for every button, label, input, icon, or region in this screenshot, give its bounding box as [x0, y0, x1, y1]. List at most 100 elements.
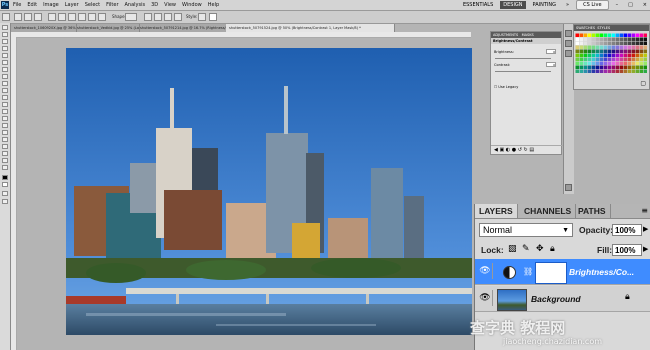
- swatch[interactable]: [595, 53, 600, 58]
- swatch[interactable]: [595, 69, 600, 74]
- delete-icon[interactable]: ▤: [529, 147, 534, 153]
- swatch[interactable]: [599, 65, 604, 70]
- swatch[interactable]: [599, 45, 604, 50]
- swatch[interactable]: [579, 41, 584, 46]
- swatch[interactable]: [643, 69, 648, 74]
- swatch[interactable]: [587, 61, 592, 66]
- tab-document-1[interactable]: shutterstock_1060920X.jpg @ 36% (Layer 0…: [11, 24, 77, 32]
- swatch[interactable]: [591, 57, 596, 62]
- swatch[interactable]: [587, 33, 592, 38]
- tab-adjustments[interactable]: ADJUSTMENTS: [493, 33, 518, 37]
- swatch[interactable]: [591, 53, 596, 58]
- swatch[interactable]: [579, 57, 584, 62]
- swatch[interactable]: [587, 49, 592, 54]
- tab-paths[interactable]: PATHS: [574, 204, 611, 218]
- swatch[interactable]: [607, 33, 612, 38]
- back-icon[interactable]: ◀: [494, 147, 498, 153]
- swatch[interactable]: [591, 49, 596, 54]
- menu-filter[interactable]: Filter: [106, 1, 118, 9]
- menu-file[interactable]: File: [13, 1, 21, 9]
- swatch[interactable]: [615, 65, 620, 70]
- previous-state-icon[interactable]: ↺: [518, 147, 522, 153]
- swatch[interactable]: [643, 37, 648, 42]
- rounded-rect-icon[interactable]: [78, 13, 86, 21]
- fill-input[interactable]: 100%: [612, 244, 642, 256]
- swatch[interactable]: [619, 65, 624, 70]
- swatch[interactable]: [619, 33, 624, 38]
- swatch[interactable]: [595, 37, 600, 42]
- background-color-icon[interactable]: [2, 182, 8, 187]
- paths-icon[interactable]: [24, 13, 32, 21]
- swatch[interactable]: [623, 61, 628, 66]
- swatch[interactable]: [627, 65, 632, 70]
- swatch[interactable]: [599, 37, 604, 42]
- swatch[interactable]: [643, 65, 648, 70]
- swatch[interactable]: [619, 37, 624, 42]
- contrast-slider[interactable]: [495, 71, 551, 72]
- hand-tool-icon[interactable]: [2, 158, 8, 163]
- brush-tool-icon[interactable]: [2, 74, 8, 79]
- swatch[interactable]: [591, 37, 596, 42]
- menu-image[interactable]: Image: [43, 1, 59, 9]
- swatch[interactable]: [587, 65, 592, 70]
- foreground-color-icon[interactable]: [2, 175, 8, 180]
- panel-menu-icon[interactable]: ≡: [641, 206, 648, 215]
- swatch[interactable]: [643, 45, 648, 50]
- crop-tool-icon[interactable]: [2, 53, 8, 58]
- swatch[interactable]: [639, 65, 644, 70]
- swatch[interactable]: [635, 69, 640, 74]
- swatch[interactable]: [643, 33, 648, 38]
- healing-brush-tool-icon[interactable]: [2, 67, 8, 72]
- move-tool-icon[interactable]: [2, 25, 8, 30]
- swatch[interactable]: [635, 61, 640, 66]
- swatch[interactable]: [639, 33, 644, 38]
- rectangle-icon[interactable]: [68, 13, 76, 21]
- swatch[interactable]: [583, 53, 588, 58]
- pen-tool-icon[interactable]: [2, 123, 8, 128]
- swatch[interactable]: [579, 37, 584, 42]
- menu-analysis[interactable]: Analysis: [125, 1, 146, 9]
- swatch[interactable]: [575, 45, 580, 50]
- swatch[interactable]: [607, 61, 612, 66]
- swatch[interactable]: [623, 49, 628, 54]
- swatch[interactable]: [635, 45, 640, 50]
- swatch[interactable]: [575, 57, 580, 62]
- swatch[interactable]: [611, 37, 616, 42]
- swatch[interactable]: [631, 33, 636, 38]
- quick-select-tool-icon[interactable]: [2, 46, 8, 51]
- swatch[interactable]: [607, 53, 612, 58]
- layer-mask-thumbnail[interactable]: [535, 262, 567, 284]
- layer-row-brightness[interactable]: 👁︎ ⛓︎ Brightness/Co...: [475, 259, 650, 285]
- swatch[interactable]: [583, 37, 588, 42]
- style-picker[interactable]: [198, 13, 206, 21]
- menu-3d[interactable]: 3D: [151, 1, 158, 9]
- dock-icon[interactable]: [565, 184, 572, 191]
- swatch[interactable]: [615, 69, 620, 74]
- layer-name[interactable]: Background: [531, 294, 581, 304]
- swatch[interactable]: [631, 53, 636, 58]
- type-tool-icon[interactable]: [2, 130, 8, 135]
- swatch[interactable]: [623, 37, 628, 42]
- blur-tool-icon[interactable]: [2, 109, 8, 114]
- visibility-eye-icon[interactable]: 👁︎: [478, 263, 493, 279]
- menu-view[interactable]: View: [164, 1, 176, 9]
- swatch[interactable]: [619, 45, 624, 50]
- swatch[interactable]: [575, 41, 580, 46]
- tab-channels[interactable]: CHANNELS: [520, 204, 577, 218]
- swatch[interactable]: [583, 33, 588, 38]
- swatch[interactable]: [635, 37, 640, 42]
- swatch[interactable]: [639, 53, 644, 58]
- swatch[interactable]: [599, 69, 604, 74]
- swatch[interactable]: [615, 37, 620, 42]
- close-icon[interactable]: ×: [640, 1, 650, 9]
- workspace-more-icon[interactable]: »: [563, 1, 572, 9]
- swatch[interactable]: [615, 45, 620, 50]
- swatch[interactable]: [579, 65, 584, 70]
- swatch[interactable]: [575, 53, 580, 58]
- swatch[interactable]: [595, 45, 600, 50]
- swatch[interactable]: [579, 45, 584, 50]
- document-canvas[interactable]: [66, 48, 472, 335]
- color-swatch[interactable]: [209, 13, 217, 21]
- expand-icon[interactable]: ▣: [499, 147, 504, 153]
- swatch[interactable]: [599, 57, 604, 62]
